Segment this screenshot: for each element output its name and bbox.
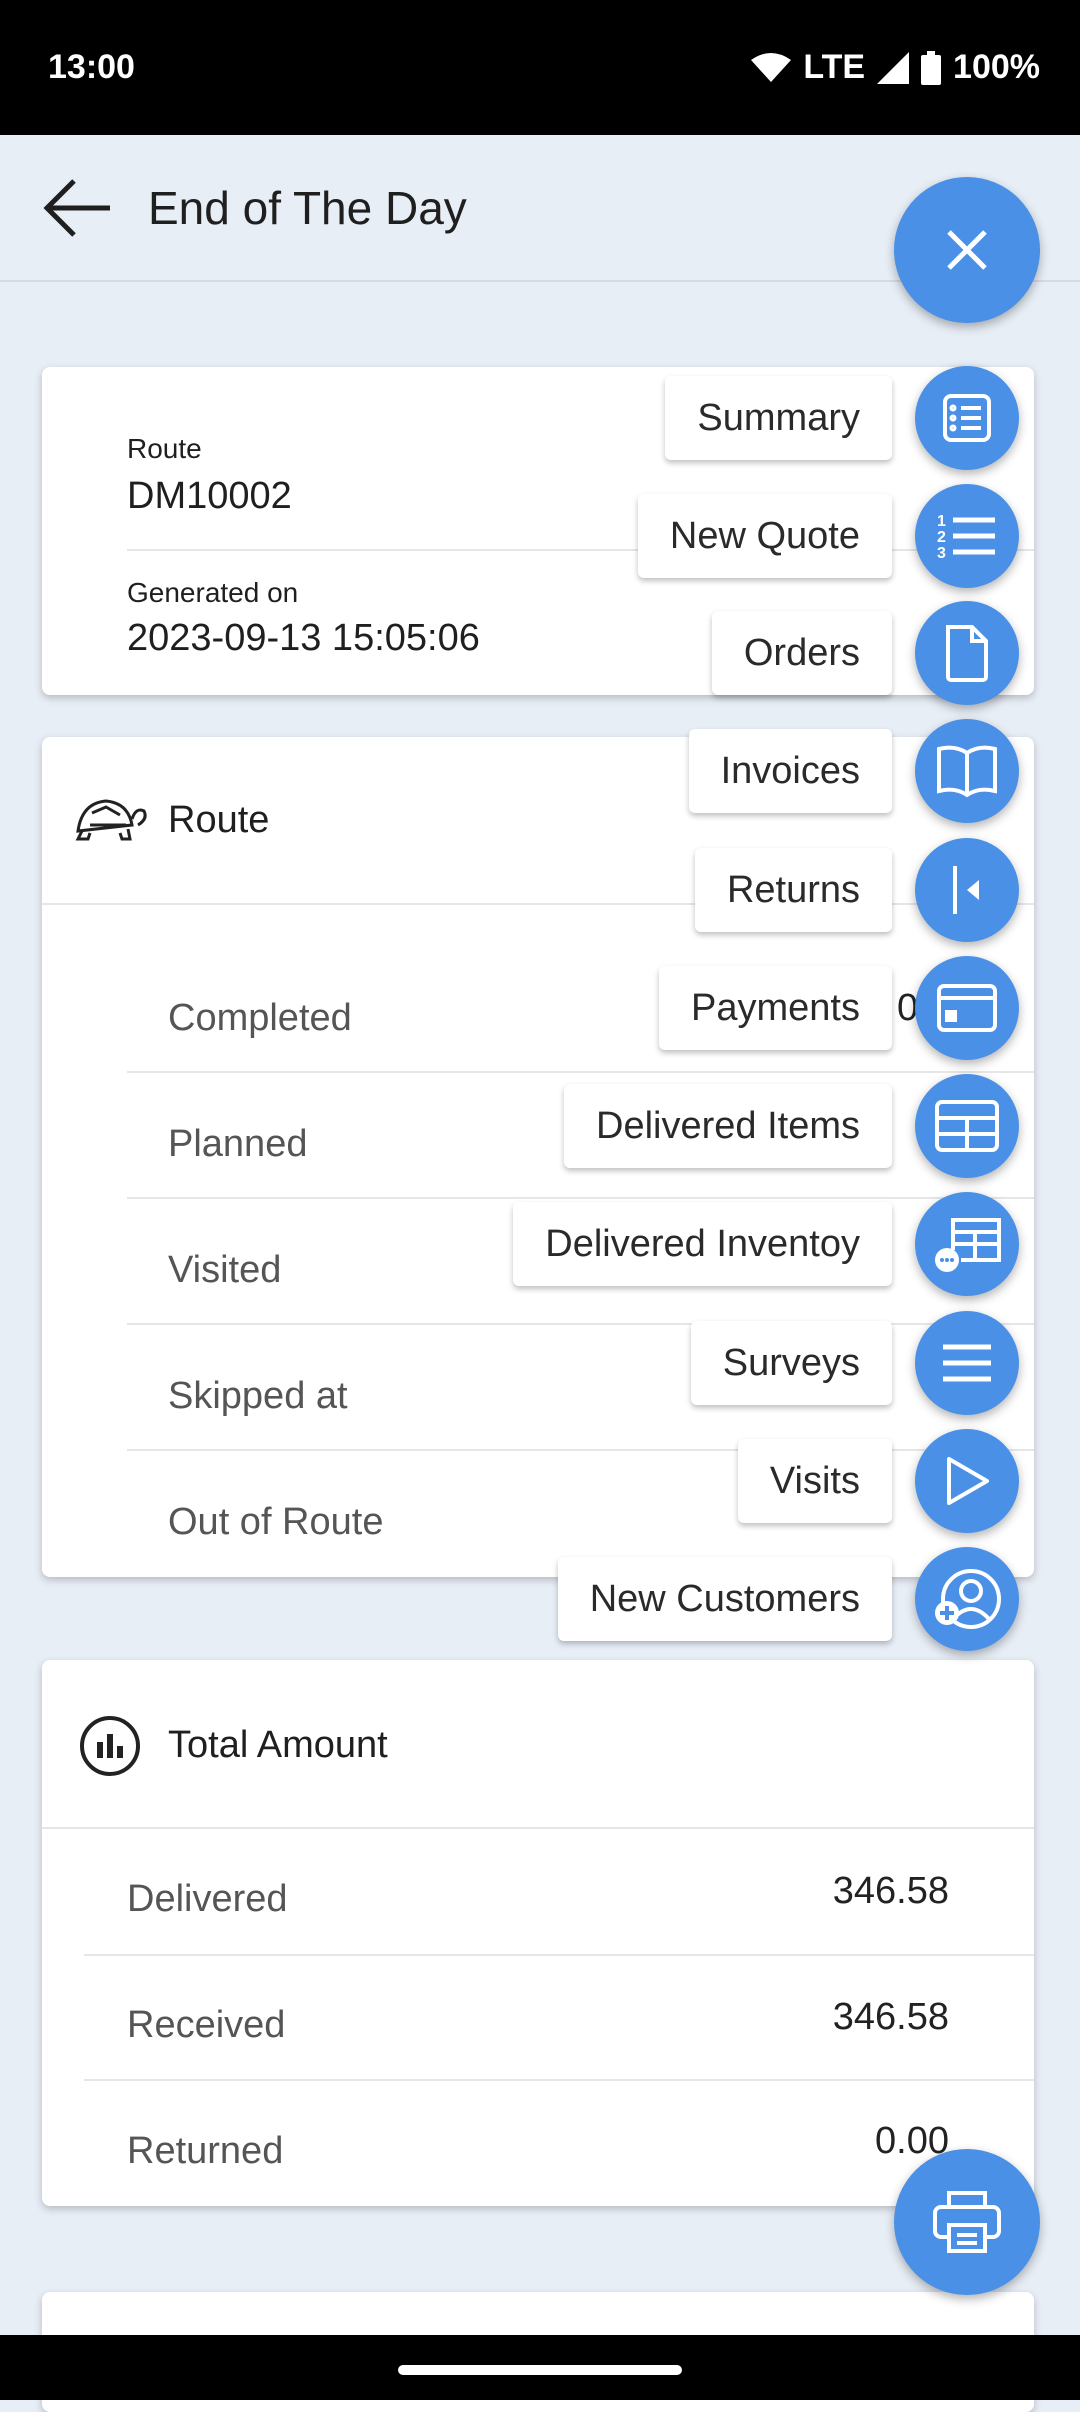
summary-button[interactable] [915, 366, 1019, 470]
document-icon [946, 625, 988, 682]
returns-button[interactable] [915, 838, 1019, 942]
divider [127, 1323, 1034, 1325]
speed-dial-label-visits[interactable]: Visits [737, 1439, 892, 1523]
row-label-visited: Visited [168, 1249, 282, 1291]
list-box-icon [943, 394, 991, 442]
delivered-inventory-button[interactable] [915, 1192, 1019, 1296]
new-quote-button[interactable]: 123 [915, 484, 1019, 588]
numbered-list-icon: 123 [937, 513, 995, 562]
generated-label: Generated on [127, 577, 299, 608]
speed-dial-label-returns[interactable]: Returns [694, 848, 892, 932]
surveys-button[interactable] [915, 1311, 1019, 1415]
row-value-received: 346.58 [832, 1996, 949, 2038]
network-type: LTE [803, 48, 866, 86]
divider [127, 1449, 1034, 1451]
wifi-icon [751, 52, 792, 82]
speed-dial-label-delivered-items[interactable]: Delivered Items [564, 1084, 892, 1168]
menu-icon [943, 1344, 991, 1382]
speed-dial-label-delivered-inventory[interactable]: Delivered Inventoy [513, 1202, 892, 1286]
svg-text:2: 2 [937, 529, 946, 546]
invoices-button[interactable] [915, 719, 1019, 823]
divider [127, 549, 1034, 551]
page-title: End of The Day [148, 182, 467, 234]
battery-level: 100% [953, 48, 1040, 86]
row-label-completed: Completed [168, 997, 352, 1039]
speed-dial-label-new-quote[interactable]: New Quote [637, 494, 892, 578]
row-value-delivered: 346.58 [832, 1870, 949, 1912]
add-user-icon [935, 1569, 1001, 1629]
route-label: Route [127, 433, 202, 464]
row-label-received: Received [127, 2004, 286, 2046]
divider [42, 1827, 1034, 1829]
row-label-out-of-route: Out of Route [168, 1501, 384, 1543]
route-card-title: Route [168, 799, 270, 841]
printer-icon [933, 2191, 1001, 2253]
speed-dial-label-summary[interactable]: Summary [665, 376, 892, 460]
route-value: DM10002 [127, 475, 292, 517]
orders-button[interactable] [915, 601, 1019, 705]
table-more-icon [935, 1218, 1001, 1272]
total-card-title: Total Amount [168, 1724, 388, 1766]
home-handle[interactable] [398, 2365, 682, 2375]
row-label-returned: Returned [127, 2130, 284, 2172]
divider [84, 1954, 1034, 1956]
new-customers-button[interactable] [915, 1547, 1019, 1651]
payments-button[interactable] [915, 956, 1019, 1060]
print-button[interactable] [894, 2149, 1040, 2295]
divider [127, 1071, 1034, 1073]
speed-dial-label-surveys[interactable]: Surveys [690, 1321, 892, 1405]
generated-value: 2023-09-13 15:05:06 [127, 617, 480, 659]
row-label-delivered: Delivered [127, 1878, 288, 1920]
row-label-planned: Planned [168, 1123, 308, 1165]
play-icon [947, 1457, 989, 1505]
status-time: 13:00 [48, 48, 135, 86]
turtle-icon [75, 799, 147, 841]
visits-button[interactable] [915, 1429, 1019, 1533]
divider [84, 2079, 1034, 2081]
divider [127, 1197, 1034, 1199]
book-icon [937, 745, 997, 798]
signal-icon [877, 51, 910, 84]
speed-dial-label-new-customers[interactable]: New Customers [557, 1557, 892, 1641]
arrow-left-icon [43, 179, 110, 237]
svg-text:3: 3 [937, 545, 946, 562]
return-icon [953, 866, 979, 914]
close-speed-dial-button[interactable] [894, 177, 1040, 323]
navigation-bar [0, 2335, 1080, 2400]
delivered-items-button[interactable] [915, 1074, 1019, 1178]
card-icon [937, 984, 997, 1032]
speed-dial-label-orders[interactable]: Orders [711, 611, 892, 695]
back-button[interactable] [42, 175, 114, 241]
svg-text:1: 1 [937, 513, 946, 530]
status-bar: 13:00 LTE 100% [0, 0, 1080, 135]
row-label-skipped: Skipped at [168, 1375, 348, 1417]
bar-chart-circle-icon [80, 1716, 140, 1776]
battery-icon [921, 50, 942, 85]
speed-dial-label-invoices[interactable]: Invoices [688, 729, 892, 813]
speed-dial-label-payments[interactable]: Payments [659, 966, 892, 1050]
table-icon [935, 1100, 999, 1152]
close-icon [947, 230, 987, 270]
total-amount-card: Total Amount Delivered 346.58 Received 3… [42, 1660, 1034, 2206]
